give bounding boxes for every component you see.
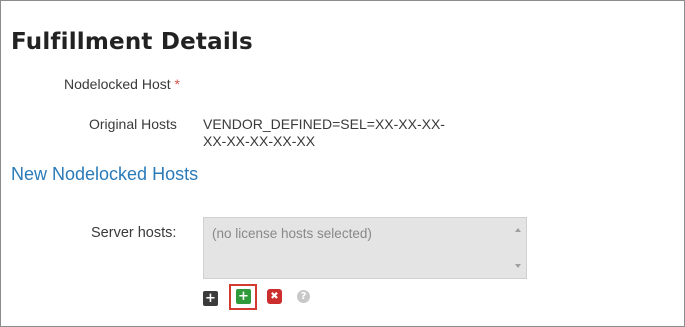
add-button-highlight xyxy=(229,284,257,310)
server-hosts-list[interactable]: (no license hosts selected) xyxy=(203,217,527,279)
remove-host-button[interactable]: ✖ xyxy=(267,289,282,304)
server-hosts-label: Server hosts: xyxy=(91,225,177,241)
required-marker: * xyxy=(174,76,180,92)
original-hosts-value: VENDOR_DEFINED=SEL=XX-XX-XX- XX-XX-XX-XX… xyxy=(203,116,445,150)
original-hosts-label: Original Hosts xyxy=(89,116,177,132)
help-icon[interactable]: ? xyxy=(297,290,310,303)
nodelocked-host-label: Nodelocked Host * xyxy=(64,76,180,92)
page-title: Fulfillment Details xyxy=(11,29,253,55)
original-hosts-line-2: XX-XX-XX-XX-XX xyxy=(203,133,316,149)
nodelocked-host-label-text: Nodelocked Host xyxy=(64,76,171,92)
server-hosts-placeholder: (no license hosts selected) xyxy=(212,226,372,241)
scroll-down-arrow-icon[interactable] xyxy=(515,264,521,268)
fulfillment-details-panel: Fulfillment Details Nodelocked Host * Or… xyxy=(0,0,685,327)
scroll-up-arrow-icon[interactable] xyxy=(515,228,521,232)
add-host-icon[interactable]: + xyxy=(203,291,218,306)
original-hosts-line-1: VENDOR_DEFINED=SEL=XX-XX-XX- xyxy=(203,116,445,132)
new-nodelocked-hosts-heading: New Nodelocked Hosts xyxy=(11,164,199,184)
